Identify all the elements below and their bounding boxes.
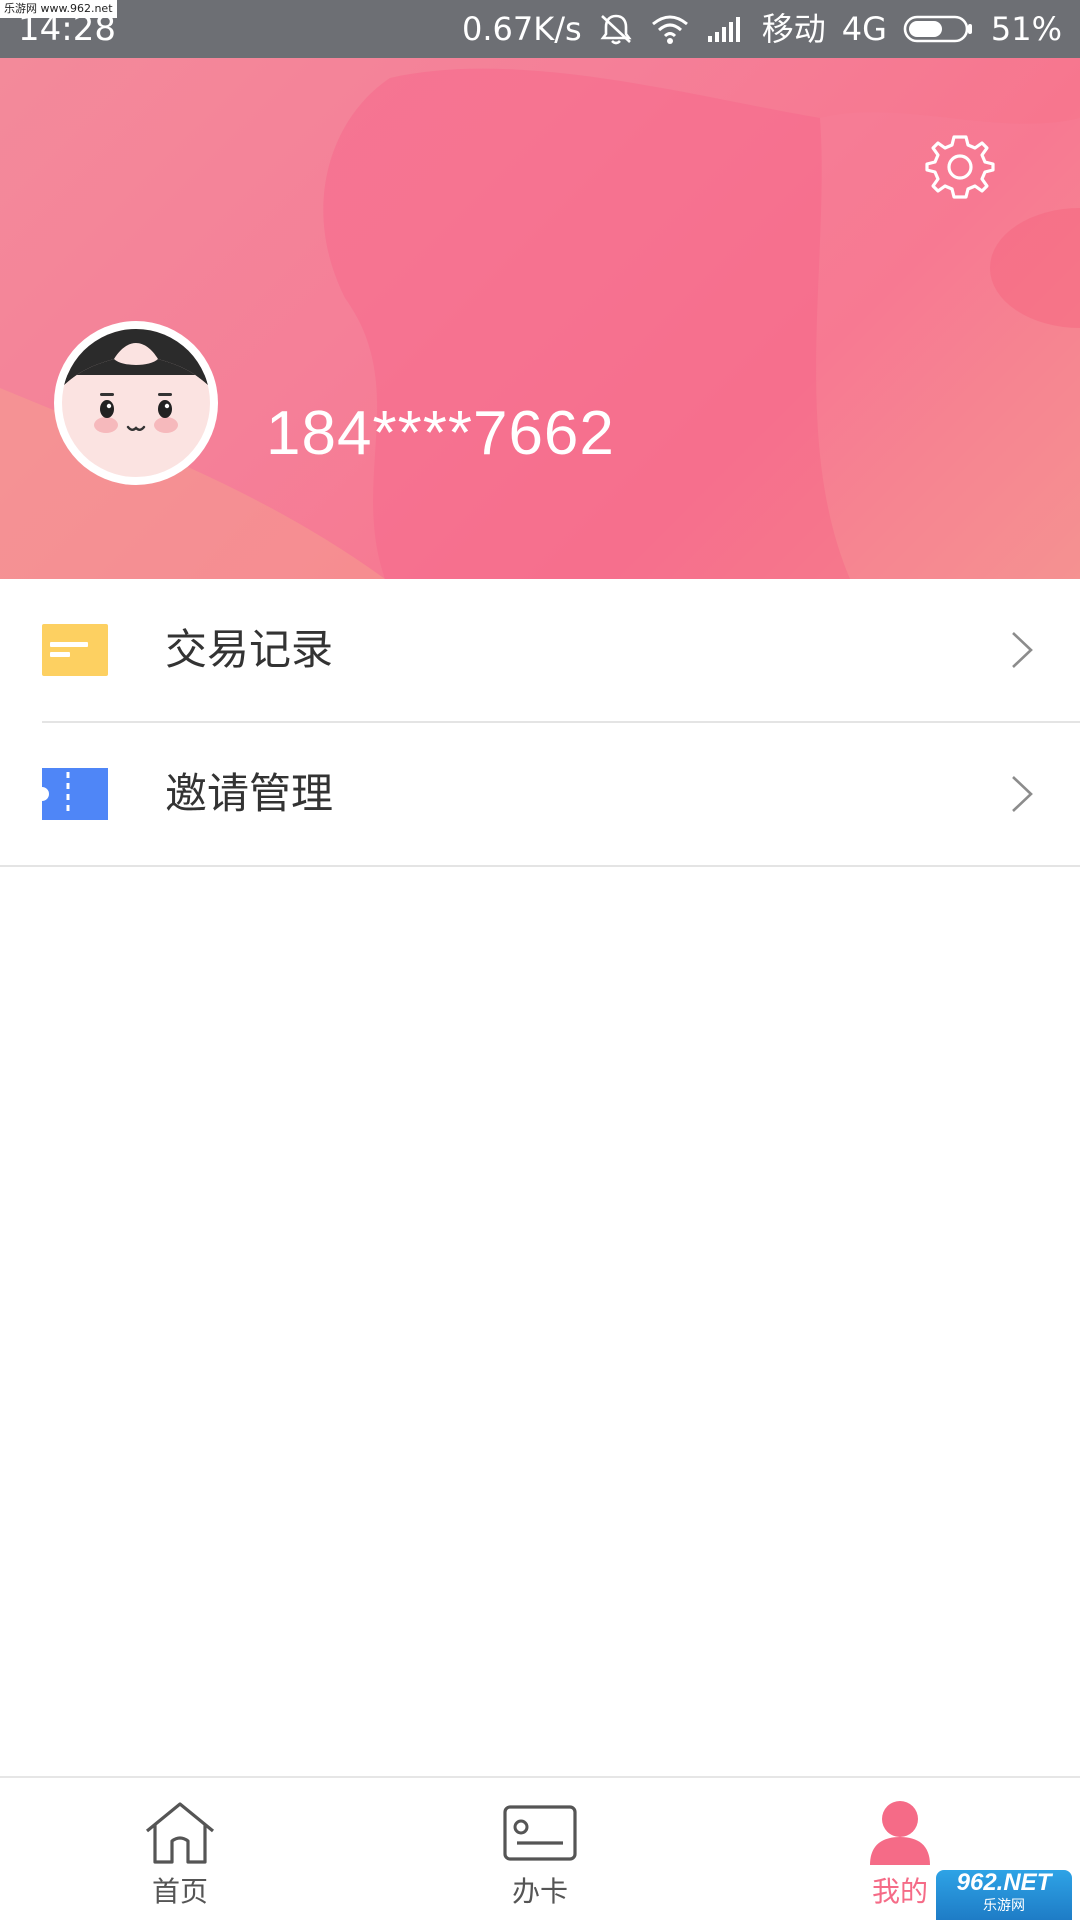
nav-label: 我的 <box>871 1875 928 1908</box>
settings-button[interactable] <box>925 131 995 201</box>
carrier-label: 移动 <box>761 10 826 48</box>
network-type: 4G <box>841 10 887 48</box>
transaction-record-icon <box>42 624 108 676</box>
avatar-face-icon <box>62 329 210 477</box>
signal-icon <box>706 14 746 44</box>
nav-home[interactable]: 首页 <box>0 1778 360 1920</box>
menu-item-label: 交易记录 <box>165 625 334 674</box>
status-bar: 14:28 0.67K/s 移动 4G 51% 乐游网 www.962.net <box>0 0 1080 58</box>
divider <box>0 865 1080 867</box>
nav-label: 办卡 <box>511 1875 568 1908</box>
nav-card[interactable]: 办卡 <box>360 1778 720 1920</box>
watermark-top-left: 乐游网 www.962.net <box>0 0 117 18</box>
chevron-right-icon <box>1010 774 1034 814</box>
gear-icon <box>925 135 995 199</box>
net-speed: 0.67K/s <box>462 10 582 48</box>
watermark-top-text: 962.NET <box>956 1869 1052 1896</box>
menu-item-label: 邀请管理 <box>165 769 334 818</box>
home-icon <box>143 1796 217 1870</box>
card-icon <box>503 1796 577 1870</box>
bottom-nav: 首页 办卡 我的 962.NET 乐游网 <box>0 1776 1080 1920</box>
menu-list: 交易记录 邀请管理 <box>0 579 1080 867</box>
avatar[interactable] <box>54 321 218 485</box>
menu-item-transaction-record[interactable]: 交易记录 <box>0 579 1080 721</box>
chevron-right-icon <box>1010 630 1034 670</box>
alarm-off-icon <box>598 12 634 46</box>
menu-item-invite-management[interactable]: 邀请管理 <box>0 723 1080 865</box>
watermark-bottom-right: 962.NET 乐游网 <box>936 1870 1072 1920</box>
battery-percent: 51% <box>990 10 1062 48</box>
wifi-icon <box>650 13 690 45</box>
nav-label: 首页 <box>151 1875 208 1908</box>
status-right-group: 0.67K/s 移动 4G 51% <box>462 8 1062 50</box>
ticket-icon <box>42 768 108 820</box>
watermark-bottom-text: 乐游网 <box>983 1897 1025 1913</box>
profile-header: 184****7662 <box>0 58 1080 579</box>
username: 184****7662 <box>266 399 615 468</box>
header-background-waves <box>0 68 1080 579</box>
battery-icon <box>903 14 975 44</box>
user-icon <box>868 1796 932 1870</box>
